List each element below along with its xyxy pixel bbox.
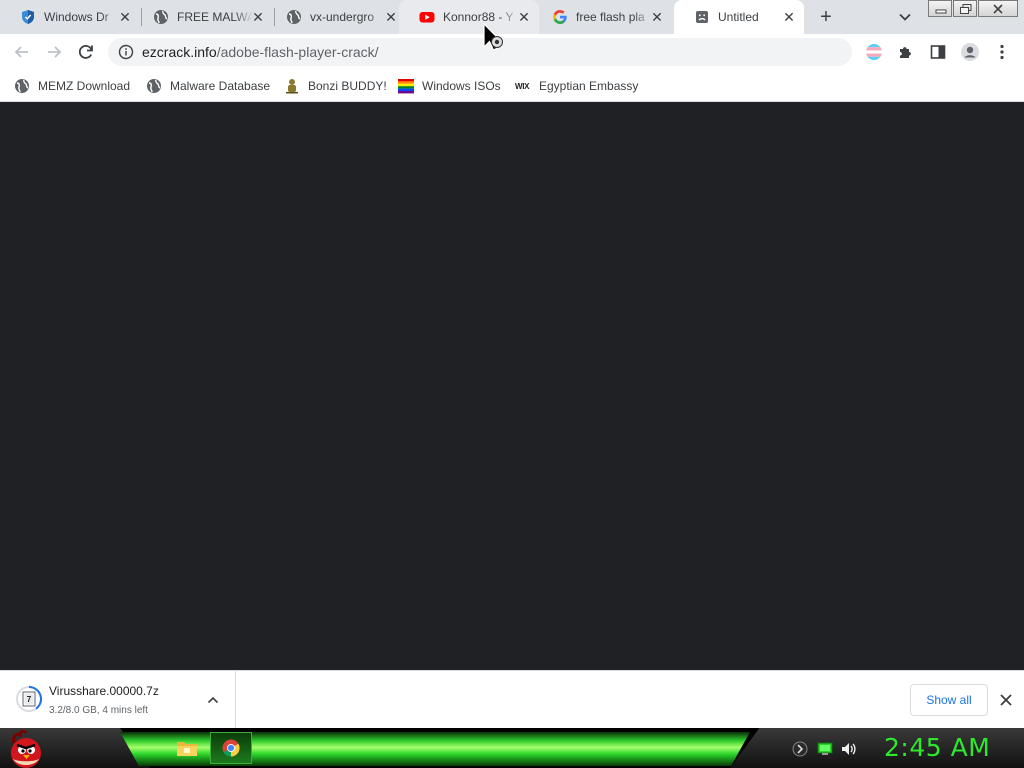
volume-icon[interactable] [841, 741, 857, 757]
bookmark-label: Windows ISOs [422, 79, 501, 93]
url-host: ezcrack.info [142, 44, 217, 60]
tab-title: vx-undergro [310, 10, 375, 24]
download-status: 3.2/8.0 GB, 4 mins left [49, 705, 148, 716]
sim-card-icon[interactable] [792, 741, 808, 757]
tab-close-button[interactable]: ✕ [251, 10, 265, 24]
taskbar-chrome-button[interactable] [210, 732, 252, 764]
angry-bird-start-icon[interactable] [6, 729, 46, 768]
wix-icon: WIX [515, 81, 530, 91]
close-icon[interactable] [998, 692, 1014, 708]
globe-icon [15, 79, 29, 93]
globe-icon [147, 79, 161, 93]
restore-button[interactable] [953, 0, 977, 17]
minimize-icon [935, 9, 947, 14]
youtube-icon [419, 12, 435, 23]
globe-icon [287, 10, 301, 24]
new-tab-button[interactable]: + [816, 7, 836, 27]
tab-title: FREE MALWA [177, 10, 253, 24]
tab-free-malwa[interactable]: FREE MALWA ✕ [133, 0, 273, 34]
svg-text:7: 7 [27, 695, 32, 704]
bonzi-icon [286, 79, 298, 94]
minimize-button[interactable] [928, 0, 952, 17]
taskbar: 2:45 AM [0, 728, 1024, 768]
bookmark-egyptian-embassy[interactable]: WIX Egyptian Embassy [515, 76, 638, 96]
bookmark-label: Bonzi BUDDY! [308, 79, 387, 93]
address-bar[interactable]: ezcrack.info/adobe-flash-player-crack/ [108, 38, 852, 66]
network-icon[interactable] [817, 741, 833, 757]
bookmarks-bar: MEMZ Download Malware Database Bonzi BUD… [0, 70, 1024, 102]
back-arrow-icon[interactable] [12, 42, 32, 62]
tab-title: Windows Dr [44, 10, 109, 24]
reload-icon[interactable] [76, 42, 96, 62]
bookmark-memz-download[interactable]: MEMZ Download [14, 76, 130, 96]
forward-arrow-icon[interactable] [44, 42, 64, 62]
tab-close-button[interactable]: ✕ [650, 10, 664, 24]
chrome-icon [222, 739, 240, 757]
page-content[interactable] [0, 103, 1024, 670]
taskbar-clock[interactable]: 2:45 AM [884, 733, 990, 762]
bookmark-label: Egyptian Embassy [539, 79, 639, 93]
close-icon [993, 4, 1003, 14]
archive-file-icon: 7 [16, 686, 42, 712]
shield-icon [22, 10, 34, 24]
tab-vx-underground[interactable]: vx-undergro ✕ [266, 0, 406, 34]
busy-cursor-icon [483, 23, 503, 51]
bookmark-label: MEMZ Download [38, 79, 131, 93]
tab-title: free flash pla [576, 10, 645, 24]
globe-icon [154, 10, 168, 24]
download-item[interactable]: 7 Virusshare.00000.7z 3.2/8.0 GB, 4 mins… [0, 671, 236, 728]
download-file-name: Virusshare.00000.7z [49, 684, 159, 698]
side-panel-icon[interactable] [928, 42, 948, 62]
show-all-button[interactable]: Show all [910, 684, 988, 716]
tab-windows-dr[interactable]: Windows Dr ✕ [0, 0, 140, 34]
tab-close-button[interactable]: ✕ [517, 10, 531, 24]
account-avatar-icon[interactable] [960, 42, 980, 62]
close-window-button[interactable] [978, 0, 1018, 17]
restore-icon [960, 4, 972, 14]
tab-konnor88-youtube[interactable]: Konnor88 - Y ✕ [399, 0, 539, 34]
rainbow-flag-icon [398, 79, 414, 94]
site-info-icon[interactable] [118, 44, 134, 60]
extensions-puzzle-icon[interactable] [896, 42, 916, 62]
chevron-up-icon[interactable] [206, 693, 220, 707]
bookmark-bonzi-buddy[interactable]: Bonzi BUDDY! [284, 76, 387, 96]
profile-flag-icon[interactable] [864, 42, 884, 62]
tab-untitled[interactable]: Untitled ✕ [674, 0, 804, 34]
chevron-down-icon[interactable] [896, 8, 914, 26]
file-explorer-icon[interactable] [176, 738, 198, 758]
sad-page-icon [696, 11, 708, 23]
tab-title: Konnor88 - Y [443, 10, 514, 24]
url-path: /adobe-flash-player-crack/ [216, 44, 379, 60]
tab-close-button[interactable]: ✕ [118, 10, 132, 24]
download-shelf: 7 Virusshare.00000.7z 3.2/8.0 GB, 4 mins… [0, 670, 1024, 728]
tab-free-flash-player-google[interactable]: free flash pla ✕ [532, 0, 672, 34]
google-icon [553, 10, 567, 24]
bookmark-malware-database[interactable]: Malware Database [146, 76, 270, 96]
tab-close-button[interactable]: ✕ [782, 10, 796, 24]
tab-title: Untitled [718, 10, 759, 24]
bookmark-label: Malware Database [170, 79, 271, 93]
url-text[interactable]: ezcrack.info/adobe-flash-player-crack/ [142, 44, 379, 60]
more-menu-icon[interactable] [992, 42, 1012, 62]
tab-close-button[interactable]: ✕ [384, 10, 398, 24]
bookmark-windows-isos[interactable]: Windows ISOs [398, 76, 501, 96]
